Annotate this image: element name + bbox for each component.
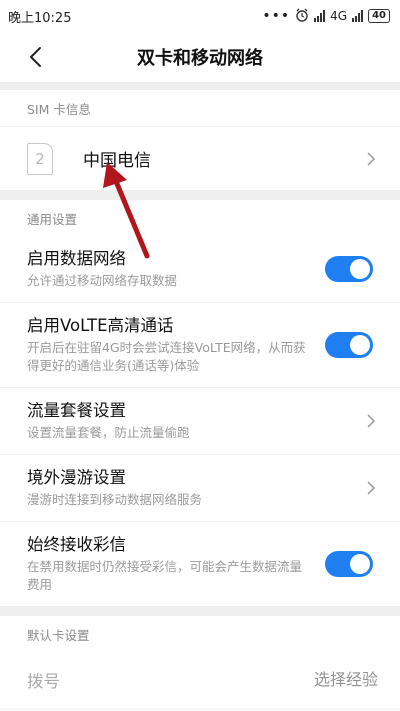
data-plan-row[interactable]: 流量套餐设置 设置流量套餐，防止流量偷跑 bbox=[0, 387, 400, 454]
roaming-row[interactable]: 境外漫游设置 漫游时连接到移动数据网络服务 bbox=[0, 454, 400, 521]
signal-icon-2 bbox=[352, 10, 364, 22]
status-icons: ••• 4G 40 bbox=[262, 8, 390, 25]
battery-level: 40 bbox=[372, 10, 386, 21]
network-type: 4G bbox=[330, 9, 348, 23]
mobile-data-subtitle: 允许通过移动网络存取数据 bbox=[27, 273, 178, 288]
sim-card-row[interactable]: 2 中国电信 bbox=[0, 126, 400, 190]
mobile-data-toggle[interactable] bbox=[325, 256, 373, 282]
more-notifications-icon: ••• bbox=[262, 8, 291, 24]
sim-card-icon: 2 bbox=[27, 142, 53, 175]
chevron-right-icon bbox=[367, 481, 376, 495]
mms-subtitle: 在禁用数据时仍然接受彩信，可能会产生数据流量费用 bbox=[27, 559, 303, 592]
volte-subtitle: 开启后在驻留4G时会尝试连接VoLTE网络，从而获得更好的通信业务(通话等)体验 bbox=[27, 340, 306, 373]
general-section-header: 通用设置 bbox=[0, 200, 400, 236]
sim-section-header: SIM 卡信息 bbox=[0, 90, 400, 126]
roaming-title: 境外漫游设置 bbox=[27, 468, 126, 487]
page-title: 双卡和移动网络 bbox=[137, 48, 263, 69]
battery-icon: 40 bbox=[368, 9, 390, 23]
mobile-data-title: 启用数据网络 bbox=[27, 249, 126, 268]
signal-icon bbox=[314, 10, 326, 22]
status-bar: 晚上10:25 ••• 4G 40 bbox=[0, 0, 400, 32]
back-button[interactable] bbox=[22, 44, 48, 70]
mms-title: 始终接收彩信 bbox=[27, 535, 126, 554]
chevron-right-icon bbox=[367, 414, 376, 428]
sim-slot-number: 2 bbox=[35, 149, 45, 168]
volte-row[interactable]: 启用VoLTE高清通话 开启后在驻留4G时会尝试连接VoLTE网络，从而获得更好… bbox=[0, 302, 400, 387]
mms-toggle[interactable] bbox=[325, 551, 373, 577]
status-time: 晚上10:25 bbox=[8, 10, 72, 26]
alarm-icon bbox=[295, 8, 309, 25]
default-card-section-header: 默认卡设置 bbox=[0, 616, 400, 652]
data-plan-title: 流量套餐设置 bbox=[27, 401, 126, 420]
title-bar: 双卡和移动网络 bbox=[0, 32, 400, 82]
volte-toggle[interactable] bbox=[325, 332, 373, 358]
back-arrow-icon bbox=[30, 47, 41, 67]
data-plan-subtitle: 设置流量套餐，防止流量偷跑 bbox=[27, 425, 190, 440]
dial-value: 选择经验 bbox=[313, 670, 378, 689]
chevron-right-icon bbox=[367, 151, 376, 166]
mms-row[interactable]: 始终接收彩信 在禁用数据时仍然接受彩信，可能会产生数据流量费用 bbox=[0, 521, 400, 606]
dial-row[interactable]: 拨号 选择经验 bbox=[0, 652, 400, 708]
dial-label: 拨号 bbox=[27, 672, 60, 691]
volte-title: 启用VoLTE高清通话 bbox=[27, 316, 174, 335]
mobile-data-row[interactable]: 启用数据网络 允许通过移动网络存取数据 bbox=[0, 236, 400, 302]
roaming-subtitle: 漫游时连接到移动数据网络服务 bbox=[27, 492, 203, 507]
sim-carrier-name: 中国电信 bbox=[83, 151, 151, 171]
